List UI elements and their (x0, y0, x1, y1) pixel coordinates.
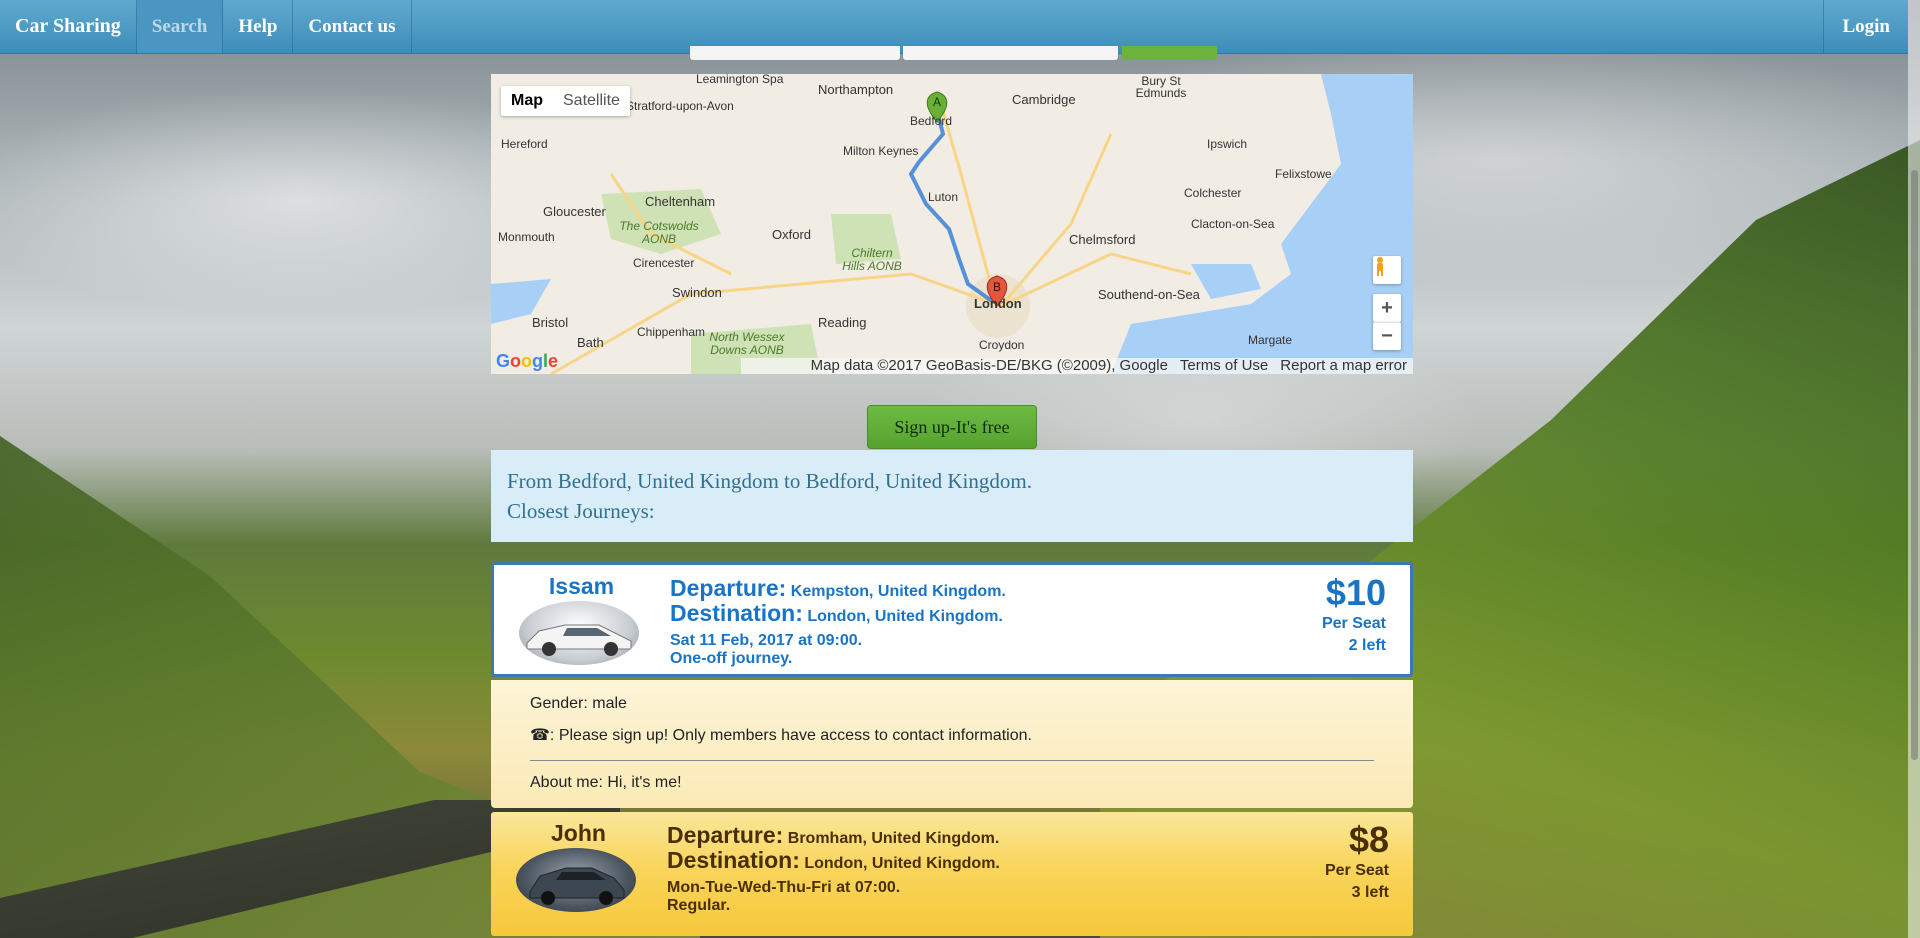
map-place: Cheltenham (645, 194, 716, 209)
nav-help[interactable]: Help (223, 0, 294, 53)
search-summary: From Bedford, United Kingdom to Bedford,… (491, 450, 1413, 542)
map-place: Croydon (979, 338, 1025, 352)
map-place: Swindon (672, 285, 722, 300)
map-place: Gloucester (543, 204, 606, 219)
route-map[interactable]: A B Leamington Spa Northampton Cambridge… (491, 74, 1413, 374)
map-place: Northampton (818, 82, 894, 97)
map-report-link[interactable]: Report a map error (1280, 358, 1407, 374)
driver-contact: ☎: Please sign up! Only members have acc… (530, 727, 1032, 744)
driver-name: John (551, 820, 606, 846)
destination-value: London, United Kingdom. (804, 855, 1000, 872)
price-per-seat: Per Seat (1321, 615, 1386, 632)
driver-about: About me: Hi, it's me! (530, 774, 682, 791)
driver-name: Issam (548, 573, 615, 599)
departure-value: Bromham, United Kingdom. (787, 830, 1000, 847)
map-place: Southend-on-Sea (1098, 287, 1200, 302)
price-block: $10 Per Seat 2 left (1322, 573, 1386, 657)
journey-date: Sat 11 Feb, 2017 at 09:00. (670, 632, 863, 649)
destination-label: Destination: (667, 847, 800, 873)
car-photo (516, 848, 636, 912)
map-place: Cirencester (633, 256, 695, 270)
map-footer: Map data ©2017 GeoBasis-DE/BKG (©2009), … (741, 358, 1413, 374)
departure-value: Kempston, United Kingdom. (790, 583, 1006, 600)
map-place: Chippenham (637, 325, 706, 339)
pegman-icon[interactable] (1373, 256, 1401, 284)
departure-label: Departure: (670, 575, 787, 601)
departure-label: Departure: (667, 822, 784, 848)
page-scrollbar[interactable] (1908, 0, 1920, 938)
map-place: Reading (818, 315, 867, 330)
journey-details: Gender: male ☎: Please sign up! Only mem… (491, 680, 1413, 808)
nav-contact[interactable]: Contact us (293, 0, 412, 53)
map-place: Hereford (501, 137, 548, 151)
journey-card[interactable]: Issam Departure: Kempston, United Kingdo… (491, 562, 1413, 677)
driver-gender: Gender: male (530, 695, 627, 712)
search-to-input[interactable] (903, 46, 1118, 60)
map-place: Bath (577, 335, 604, 350)
price-amount: $10 (1325, 572, 1386, 613)
zoom-in-button[interactable]: + (1373, 294, 1401, 322)
map-place: Oxford (772, 227, 812, 242)
map-place: Felixstowe (1275, 167, 1332, 181)
map-terms-link[interactable]: Terms of Use (1180, 358, 1268, 374)
map-type-map[interactable]: Map (501, 86, 553, 116)
map-type-satellite[interactable]: Satellite (553, 86, 630, 116)
map-place: Colchester (1184, 186, 1242, 200)
destination-value: London, United Kingdom. (807, 608, 1003, 625)
destination-label: Destination: (670, 600, 803, 626)
svg-text:A: A (933, 95, 941, 109)
zoom-out-button[interactable]: − (1373, 322, 1401, 350)
map-place: North Wessex Downs AONB (709, 330, 785, 357)
journey-frequency: One-off journey. (670, 650, 793, 667)
car-photo (519, 601, 639, 665)
closest-journeys-heading: Closest Journeys: (507, 499, 655, 523)
price-block: $8 Per Seat 3 left (1325, 820, 1389, 904)
seats-left: 2 left (1348, 637, 1386, 654)
journey-date: Mon-Tue-Wed-Thu-Fri at 07:00. (667, 879, 901, 896)
map-place: Ipswich (1207, 137, 1248, 151)
map-place: Stratford-upon-Avon (626, 99, 734, 113)
brand-link[interactable]: Car Sharing (0, 0, 137, 53)
map-data-attribution: Map data ©2017 GeoBasis-DE/BKG (©2009), … (810, 357, 1168, 374)
nav-search[interactable]: Search (136, 0, 224, 53)
signup-button[interactable]: Sign up-It's free (867, 405, 1037, 449)
price-per-seat: Per Seat (1324, 862, 1389, 879)
google-logo: Google (496, 351, 559, 371)
map-type-control: Map Satellite (501, 86, 630, 116)
map-place: The Cotswolds AONB (619, 219, 699, 246)
map-place: Clacton-on-Sea (1191, 217, 1275, 231)
search-button[interactable] (1122, 46, 1217, 60)
map-place: Bristol (532, 315, 569, 330)
details-divider (530, 760, 1374, 761)
scrollbar-thumb[interactable] (1911, 170, 1918, 760)
route-summary-text: From Bedford, United Kingdom to Bedford,… (507, 469, 1032, 493)
login-link[interactable]: Login (1823, 0, 1908, 53)
journey-card[interactable]: John Departure: Bromham, United Kingdom.… (491, 812, 1413, 936)
map-place: Margate (1248, 333, 1293, 347)
svg-text:B: B (993, 280, 1001, 294)
map-place: Leamington Spa (696, 74, 784, 86)
price-amount: $8 (1348, 819, 1389, 860)
map-place: Cambridge (1012, 92, 1076, 107)
map-place: London (974, 296, 1022, 311)
map-place: Chelmsford (1069, 232, 1136, 247)
map-place: Luton (928, 190, 959, 204)
seats-left: 3 left (1351, 884, 1389, 901)
journey-frequency: Regular. (667, 897, 731, 914)
map-place: Bury St Edmunds (1135, 74, 1187, 100)
map-place: Bedford (910, 114, 953, 128)
map-place: Monmouth (498, 230, 555, 244)
map-place: Milton Keynes (843, 144, 919, 158)
map-place: Chiltern Hills AONB (842, 246, 902, 273)
search-from-input[interactable] (690, 46, 900, 60)
